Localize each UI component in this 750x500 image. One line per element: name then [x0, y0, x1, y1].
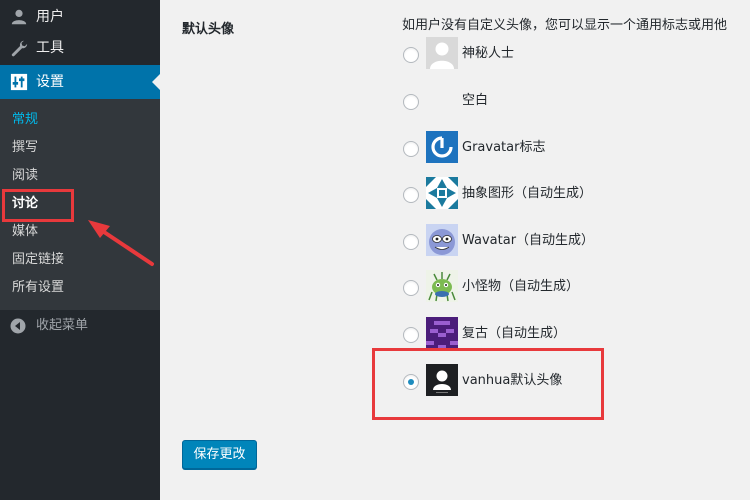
avatar-option-gravatar[interactable]: Gravatar标志: [400, 131, 740, 165]
submenu-item-writing[interactable]: 撰写: [12, 139, 38, 157]
gravatar-logo-icon: [426, 131, 458, 163]
avatar-radio-retro[interactable]: [403, 327, 419, 343]
submenu-item-permalinks[interactable]: 固定链接: [12, 251, 64, 269]
save-changes-button[interactable]: 保存更改: [182, 440, 257, 469]
menu-item-users[interactable]: 用户: [0, 0, 160, 34]
annotation-arrow-icon: [88, 220, 154, 266]
menu-item-settings-label: 设置: [36, 74, 64, 90]
menu-item-tools-label: 工具: [36, 40, 64, 56]
user-icon: [11, 9, 27, 25]
submenu-item-general[interactable]: 常规: [12, 111, 38, 129]
avatar-option-label: Gravatar标志: [462, 140, 546, 155]
avatar-option-label: 抽象图形（自动生成）: [462, 186, 593, 201]
wrench-icon: [11, 40, 28, 57]
wavatar-face-icon: [426, 224, 458, 256]
menu-item-tools[interactable]: 工具: [0, 31, 160, 65]
avatar-option-identicon[interactable]: 抽象图形（自动生成）: [400, 177, 740, 211]
identicon-icon: [426, 177, 458, 209]
avatar-option-label: Wavatar（自动生成）: [462, 233, 595, 248]
avatar-option-wavatar[interactable]: Wavatar（自动生成）: [400, 224, 740, 258]
submenu-item-media[interactable]: 媒体: [12, 223, 38, 241]
avatar-radio-identicon[interactable]: [403, 187, 419, 203]
settings-main: 默认头像 如用户没有自定义头像，您可以显示一个通用标志或用他 神秘人士 空白 G…: [160, 0, 750, 500]
avatar-radio-mystery[interactable]: [403, 47, 419, 63]
avatar-option-retro[interactable]: 复古（自动生成）: [400, 317, 740, 351]
avatar-option-label: 空白: [462, 93, 489, 108]
annotation-highlight-discussion: [2, 189, 74, 222]
submenu-item-reading[interactable]: 阅读: [12, 167, 38, 185]
avatar-radio-blank[interactable]: [403, 94, 419, 110]
submenu-item-all-settings[interactable]: 所有设置: [12, 279, 64, 297]
blank-avatar: [426, 84, 458, 116]
avatar-radio-monsterid[interactable]: [403, 280, 419, 296]
menu-item-users-label: 用户: [36, 9, 64, 25]
annotation-highlight-selected: [372, 348, 604, 420]
settings-sliders-icon: [10, 73, 28, 91]
collapse-menu-label: 收起菜单: [36, 318, 89, 333]
collapse-menu-button[interactable]: 收起菜单: [0, 312, 160, 342]
avatar-option-label: 复古（自动生成）: [462, 326, 567, 341]
avatar-radio-wavatar[interactable]: [403, 234, 419, 250]
avatar-option-mystery[interactable]: 神秘人士: [400, 37, 740, 71]
avatar-radio-gravatar[interactable]: [403, 141, 419, 157]
monster-icon: [426, 270, 458, 302]
retro-pixel-icon: [426, 317, 458, 349]
avatar-option-monsterid[interactable]: 小怪物（自动生成）: [400, 270, 740, 304]
avatar-option-label: 神秘人士: [462, 46, 515, 61]
avatar-option-label: 小怪物（自动生成）: [462, 279, 580, 294]
avatar-option-blank[interactable]: 空白: [400, 84, 740, 118]
mystery-person-icon: [426, 37, 458, 69]
collapse-arrow-icon: [10, 318, 26, 334]
default-avatar-heading: 默认头像: [182, 22, 235, 37]
default-avatar-description: 如用户没有自定义头像，您可以显示一个通用标志或用他: [402, 18, 728, 33]
menu-item-settings[interactable]: 设置: [0, 65, 160, 99]
